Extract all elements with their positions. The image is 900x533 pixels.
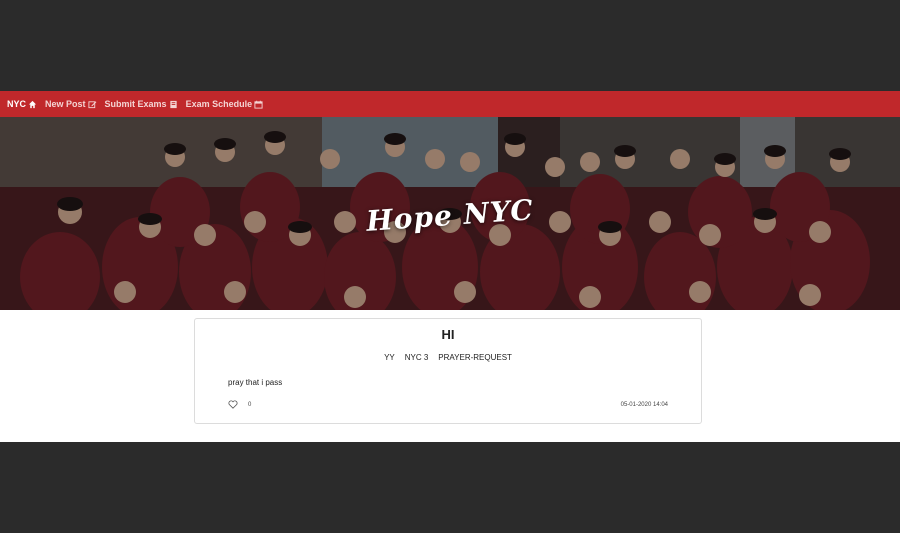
nav-new-post-label: New Post — [45, 99, 86, 109]
post-tags: YY NYC 3 PRAYER-REQUEST — [195, 353, 701, 362]
post-footer: 0 05-01-2020 14:04 — [228, 400, 668, 409]
post-card[interactable]: HI YY NYC 3 PRAYER-REQUEST pray that i p… — [194, 318, 702, 424]
post-tag-category[interactable]: PRAYER-REQUEST — [438, 353, 512, 362]
hero-banner: Hope NYC — [0, 117, 900, 310]
nav-submit-exams-label: Submit Exams — [104, 99, 167, 109]
post-timestamp: 05-01-2020 14:04 — [620, 401, 668, 408]
like-count: 0 — [248, 401, 252, 408]
home-icon — [28, 100, 37, 109]
edit-icon — [87, 100, 97, 109]
nav-brand-label: NYC — [7, 99, 27, 109]
nav-brand-link[interactable]: NYC — [7, 99, 37, 109]
top-navbar: NYC New Post Submit Exams Exam Schedule — [0, 91, 900, 117]
page-viewport: NYC New Post Submit Exams Exam Schedule — [0, 91, 900, 442]
nav-exam-schedule-label: Exam Schedule — [185, 99, 253, 109]
nav-exam-schedule-link[interactable]: Exam Schedule — [186, 99, 264, 109]
post-body: pray that i pass — [228, 378, 283, 387]
heart-icon[interactable] — [228, 400, 238, 409]
post-tag-group[interactable]: NYC 3 — [405, 353, 429, 362]
book-icon — [169, 100, 178, 109]
posts-area: HI YY NYC 3 PRAYER-REQUEST pray that i p… — [0, 310, 900, 442]
nav-new-post-link[interactable]: New Post — [45, 99, 97, 109]
nav-submit-exams-link[interactable]: Submit Exams — [105, 99, 178, 109]
post-title: HI — [441, 327, 455, 342]
post-tag-author[interactable]: YY — [384, 353, 395, 362]
calendar-icon — [254, 100, 263, 109]
